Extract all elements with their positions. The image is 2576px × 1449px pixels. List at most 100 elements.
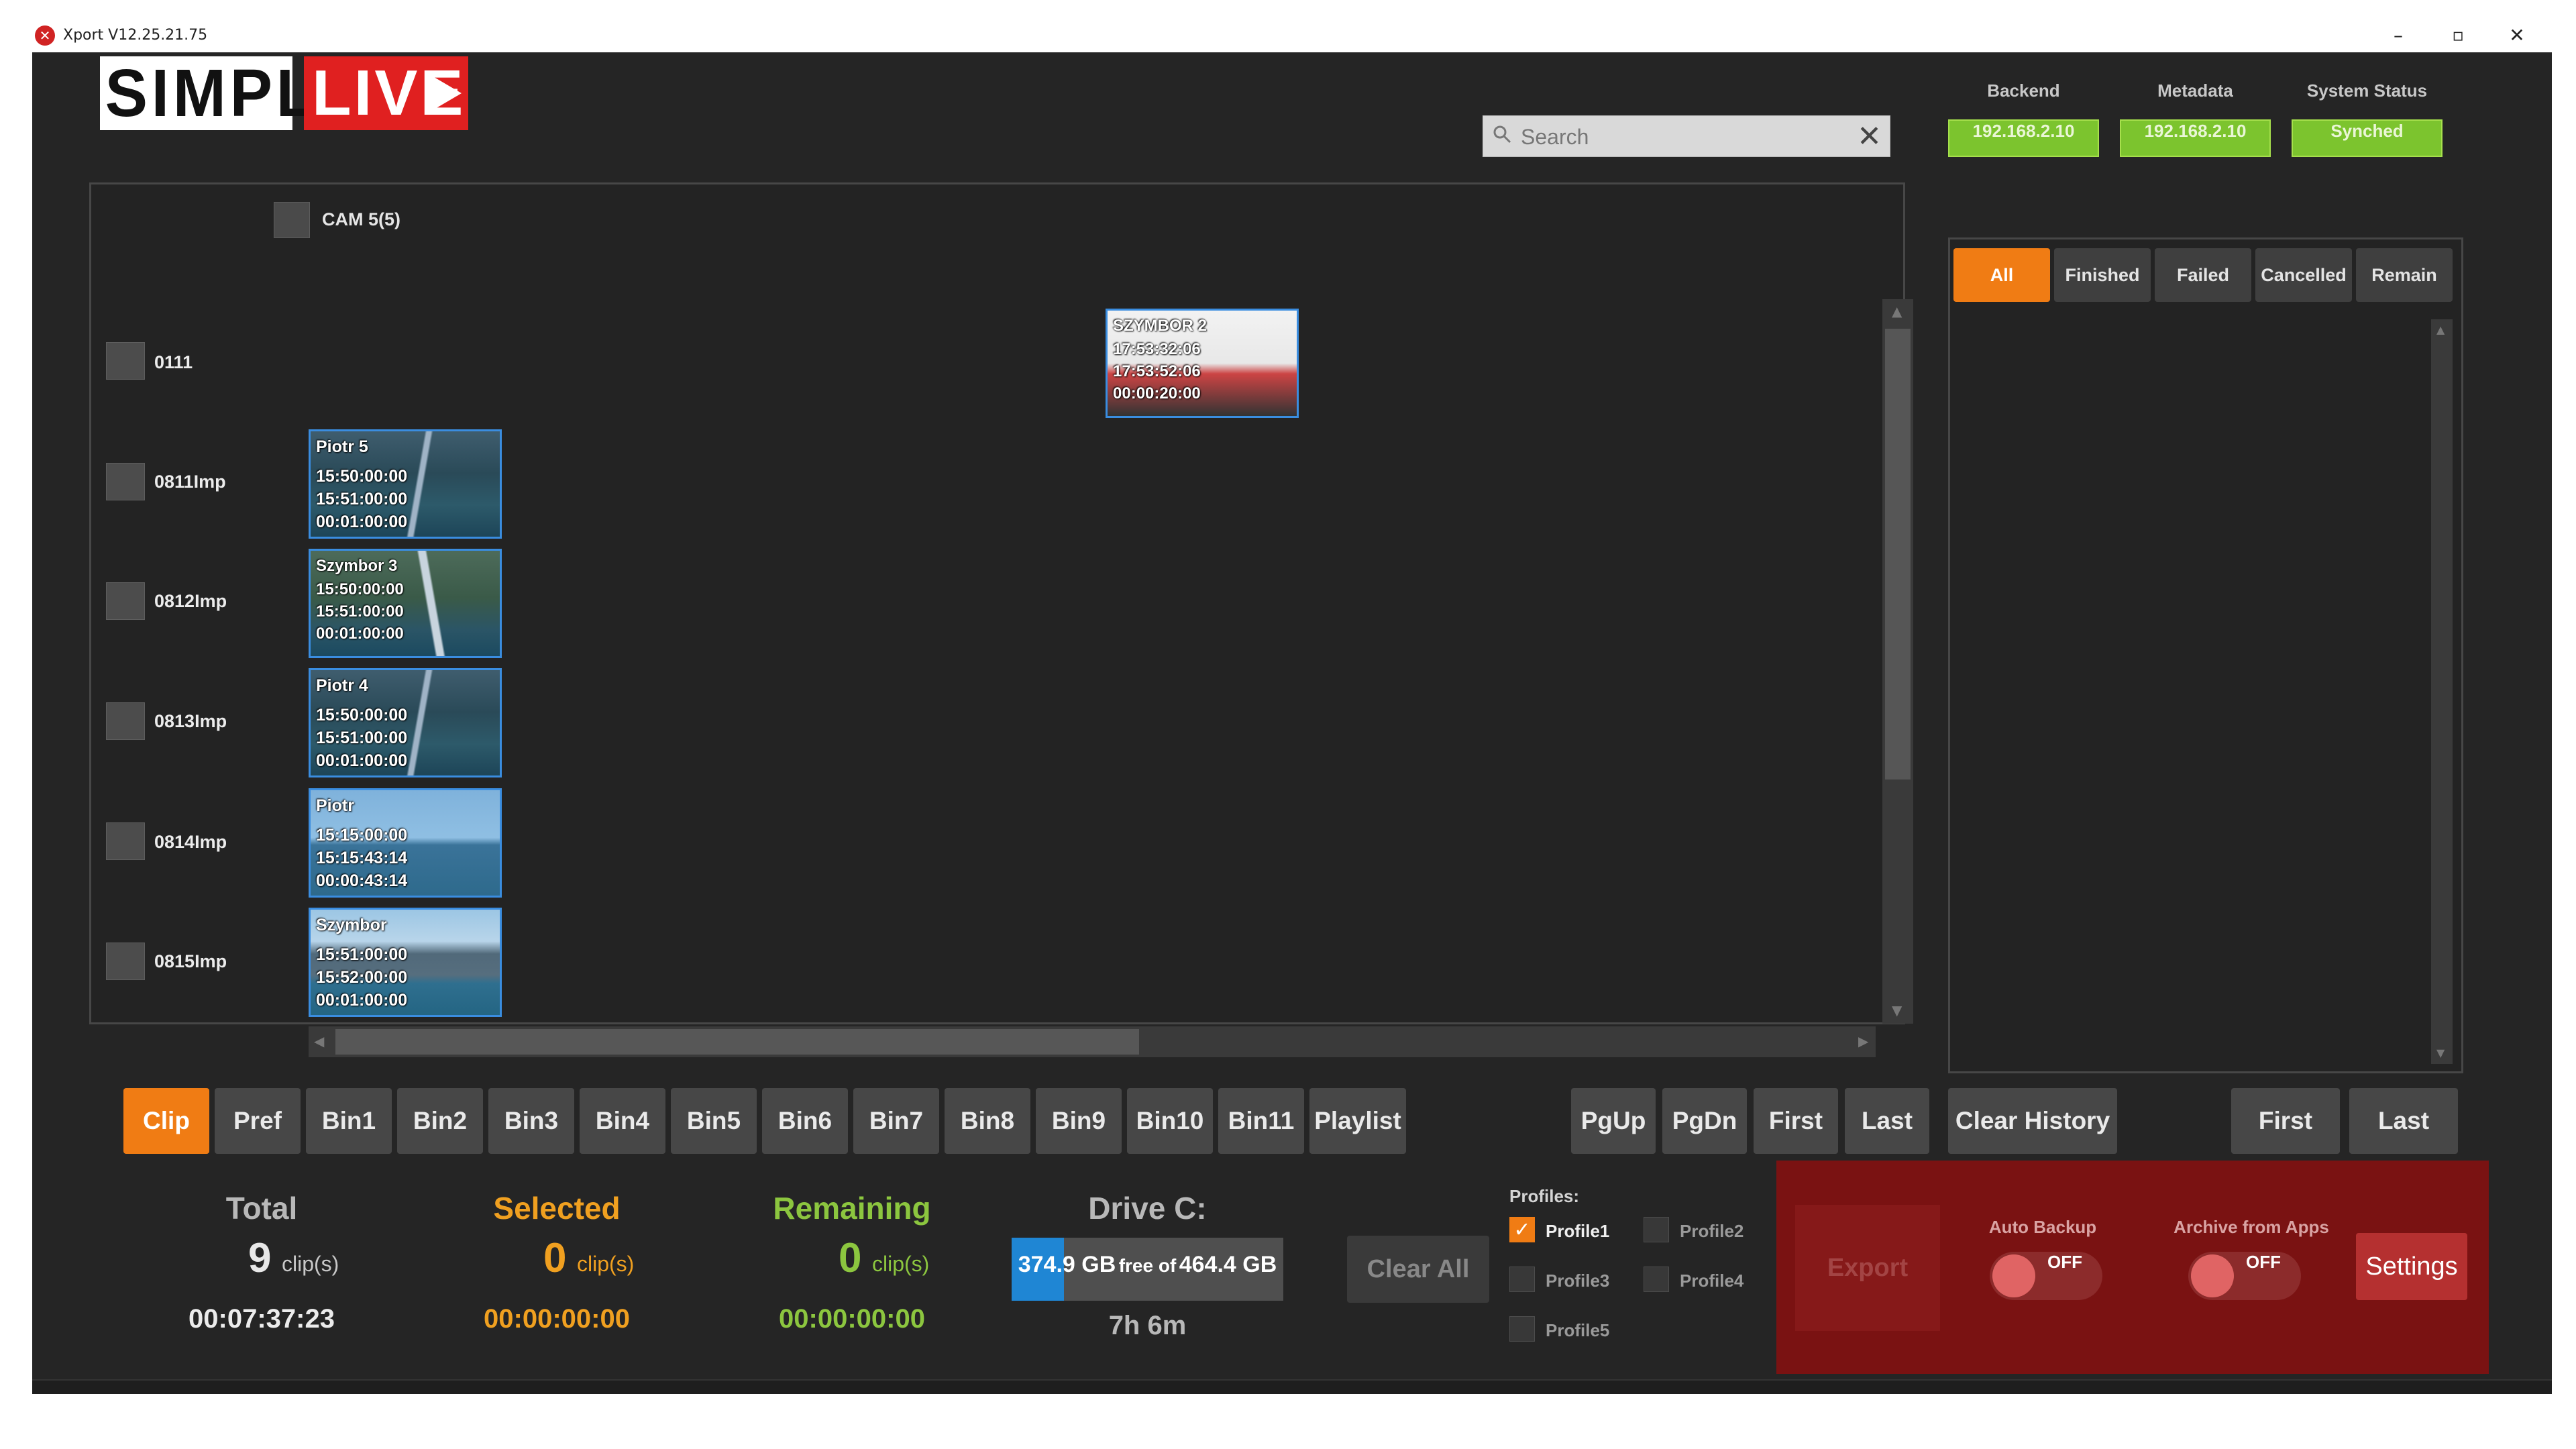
restore-button[interactable]: ▫ (2438, 19, 2478, 52)
export-button[interactable]: Export (1795, 1205, 1940, 1331)
clip-tc-out: 15:52:00:00 (316, 968, 408, 987)
system-status-label: System Status (2306, 80, 2428, 101)
selected-unit: clip(s) (577, 1252, 635, 1276)
filter-all-button[interactable]: All (1953, 248, 2050, 302)
clip-thumbnail[interactable]: Piotr 4 15:50:00:00 15:51:00:00 00:01:00… (309, 668, 502, 777)
archive-from-apps-label: Archive from Apps (2174, 1217, 2329, 1237)
tab-pref[interactable]: Pref (215, 1088, 301, 1154)
row-label: 0813Imp (154, 711, 227, 731)
profile3-checkbox[interactable] (1509, 1267, 1535, 1292)
scroll-left-icon[interactable]: ◀ (314, 1033, 324, 1049)
history-last-button[interactable]: Last (2349, 1088, 2458, 1154)
tab-bin7[interactable]: Bin7 (853, 1088, 939, 1154)
drive-total: 464.4 GB (1179, 1252, 1277, 1277)
archive-from-apps-toggle[interactable]: OFF (2188, 1252, 2301, 1300)
row-checkbox[interactable] (106, 702, 145, 740)
total-duration: 00:07:37:23 (189, 1304, 335, 1334)
tab-bin2[interactable]: Bin2 (397, 1088, 483, 1154)
backend-label: Backend (1987, 80, 2060, 101)
clip-name: Piotr 4 (316, 676, 368, 695)
page-up-button[interactable]: PgUp (1571, 1088, 1656, 1154)
filter-remain-button[interactable]: Remain (2356, 248, 2453, 302)
first-page-button[interactable]: First (1754, 1088, 1838, 1154)
history-first-button[interactable]: First (2231, 1088, 2340, 1154)
scroll-down-icon[interactable]: ▼ (1892, 1002, 1902, 1018)
profile2-checkbox[interactable] (1644, 1217, 1669, 1242)
scroll-up-icon[interactable]: ▲ (1892, 303, 1902, 319)
row-checkbox[interactable] (106, 582, 145, 620)
clip-thumbnail[interactable]: SZYMBOR 2 17:53:32:06 17:53:52:06 00:00:… (1106, 309, 1299, 418)
horizontal-scroll-thumb[interactable] (335, 1029, 1139, 1055)
clip-tc-in: 15:51:00:00 (316, 945, 408, 964)
clip-info: Szymbor 15:51:00:00 15:52:00:00 00:01:00… (316, 914, 407, 1012)
tab-bin10[interactable]: Bin10 (1127, 1088, 1213, 1154)
drive-time-left: 7h 6m (1108, 1311, 1187, 1340)
clip-tc-out: 15:51:00:00 (316, 729, 408, 747)
tab-bin11[interactable]: Bin11 (1218, 1088, 1304, 1154)
filter-finished-button[interactable]: Finished (2054, 248, 2151, 302)
clip-tc-out: 17:53:52:06 (1113, 362, 1201, 380)
clip-duration: 00:00:43:14 (316, 871, 408, 890)
total-label: Total (225, 1191, 298, 1226)
toggle-state: OFF (2246, 1252, 2281, 1272)
clip-thumbnail[interactable]: Szymbor 3 15:50:00:00 15:51:00:00 00:01:… (309, 549, 502, 658)
tab-bin1[interactable]: Bin1 (306, 1088, 392, 1154)
vertical-scroll-thumb[interactable] (1885, 329, 1911, 780)
system-status-badge: Synched (2292, 119, 2443, 157)
row-checkbox[interactable] (106, 822, 145, 860)
clip-name: Piotr (316, 796, 354, 815)
profile4-label: Profile4 (1680, 1271, 1744, 1291)
search-input[interactable] (1519, 120, 1841, 154)
clip-info: Piotr 5 15:50:00:00 15:51:00:00 00:01:00… (316, 435, 407, 533)
profile4-checkbox[interactable] (1644, 1267, 1669, 1292)
selected-count: 0 (543, 1235, 567, 1281)
row-checkbox[interactable] (106, 463, 145, 500)
profile5-checkbox[interactable] (1509, 1316, 1535, 1342)
settings-button[interactable]: Settings (2356, 1233, 2467, 1300)
last-page-button[interactable]: Last (1845, 1088, 1929, 1154)
row-label: 0812Imp (154, 591, 227, 611)
total-unit: clip(s) (282, 1252, 339, 1276)
tab-bin8[interactable]: Bin8 (945, 1088, 1030, 1154)
row-label: 0814Imp (154, 832, 227, 852)
remaining-count: 0 (839, 1235, 862, 1281)
clip-thumbnail[interactable]: Szymbor 15:51:00:00 15:52:00:00 00:01:00… (309, 908, 502, 1017)
filter-failed-button[interactable]: Failed (2155, 248, 2251, 302)
toggle-state: OFF (2047, 1252, 2082, 1272)
tab-clip[interactable]: Clip (123, 1088, 209, 1154)
minimize-button[interactable]: – (2378, 19, 2418, 52)
tab-bin9[interactable]: Bin9 (1036, 1088, 1122, 1154)
tab-bin4[interactable]: Bin4 (580, 1088, 665, 1154)
scroll-down-icon[interactable]: ▼ (2436, 1046, 2445, 1059)
history-scrollbar[interactable] (2431, 319, 2453, 1064)
tab-bin5[interactable]: Bin5 (671, 1088, 757, 1154)
row-checkbox[interactable] (106, 342, 145, 380)
auto-backup-label: Auto Backup (1988, 1217, 2097, 1237)
clip-tc-in: 17:53:32:06 (1113, 340, 1201, 358)
filter-cancelled-button[interactable]: Cancelled (2255, 248, 2352, 302)
clear-all-button[interactable]: Clear All (1347, 1236, 1489, 1303)
row-checkbox[interactable] (106, 943, 145, 980)
tab-bin3[interactable]: Bin3 (488, 1088, 574, 1154)
clear-search-icon[interactable]: ✕ (1857, 120, 1882, 154)
tab-playlist[interactable]: Playlist (1309, 1088, 1406, 1154)
clip-duration: 00:01:00:00 (316, 751, 408, 770)
close-window-button[interactable]: ✕ (2497, 19, 2537, 52)
scroll-right-icon[interactable]: ▶ (1858, 1033, 1868, 1049)
camera-checkbox[interactable] (274, 202, 310, 238)
clip-name: Szymbor (316, 916, 387, 934)
profile1-checkbox[interactable]: ✓ (1509, 1217, 1535, 1242)
clip-thumbnail[interactable]: Piotr 5 15:50:00:00 15:51:00:00 00:01:00… (309, 429, 502, 539)
toggle-knob (2191, 1254, 2234, 1297)
clip-duration: 00:01:00:00 (316, 513, 408, 531)
scroll-up-icon[interactable]: ▲ (2436, 323, 2445, 336)
toggle-knob (1992, 1254, 2035, 1297)
page-down-button[interactable]: PgDn (1662, 1088, 1747, 1154)
clip-thumbnail[interactable]: Piotr 15:15:00:00 15:15:43:14 00:00:43:1… (309, 788, 502, 898)
auto-backup-toggle[interactable]: OFF (1990, 1252, 2102, 1300)
metadata-label: Metadata (2157, 80, 2233, 101)
tab-bin6[interactable]: Bin6 (762, 1088, 848, 1154)
row-label: 0815Imp (154, 951, 227, 971)
clear-history-button[interactable]: Clear History (1948, 1088, 2117, 1154)
play-icon (431, 75, 462, 111)
